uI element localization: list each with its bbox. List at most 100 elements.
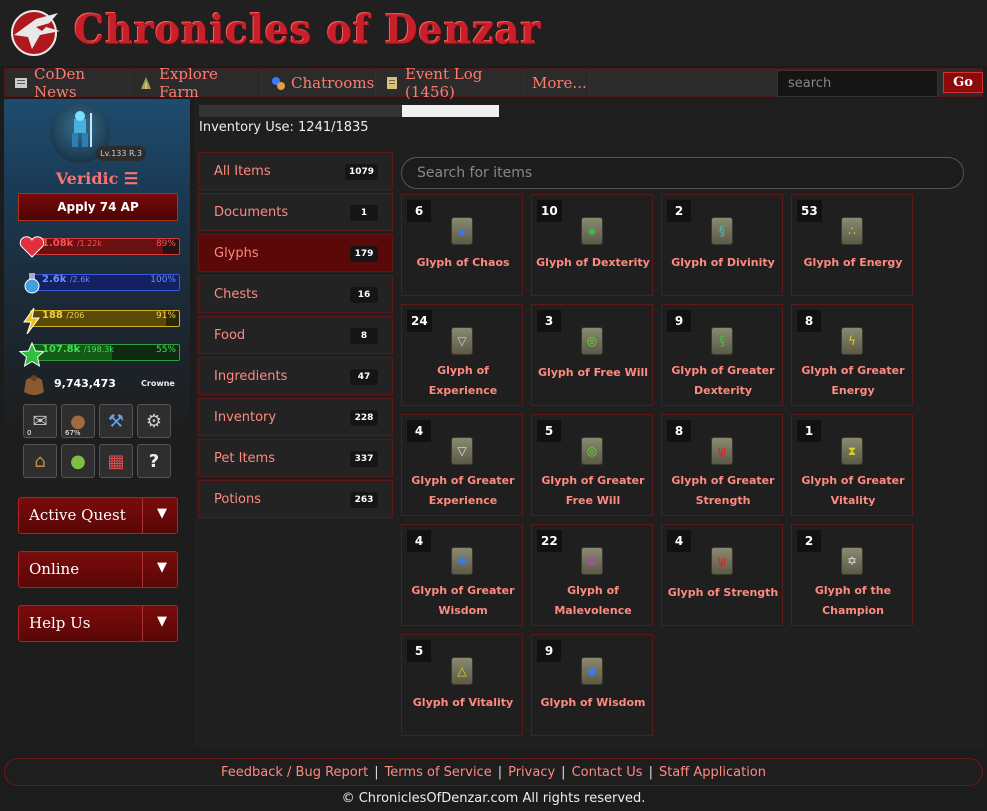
category-documents[interactable]: Documents 1 xyxy=(198,193,393,231)
glyph-icon: ๑ xyxy=(451,217,473,245)
feedback-link[interactable]: Feedback / Bug Report xyxy=(221,765,368,780)
item-name: Glyph of Experience xyxy=(428,364,498,397)
go-button[interactable]: Go xyxy=(943,72,983,93)
glyph-icon: ✡ xyxy=(841,547,863,575)
item-quantity: 8 xyxy=(667,420,691,442)
gold-bag-icon xyxy=(24,375,44,395)
item-card[interactable]: 4 ψ Glyph of Strength xyxy=(661,524,783,626)
item-card[interactable]: 24 ▽ Glyph of Experience xyxy=(401,304,523,406)
item-card[interactable]: 2 ✡ Glyph of the Champion xyxy=(791,524,913,626)
category-ingredients[interactable]: Ingredients 47 xyxy=(198,357,393,395)
glyph-symbol: ◎ xyxy=(586,334,598,348)
item-card[interactable]: 5 △ Glyph of Vitality xyxy=(401,634,523,736)
nav-coden-news[interactable]: CoDen News xyxy=(5,65,130,101)
settings-button[interactable]: ⚙ xyxy=(137,404,171,438)
category-food[interactable]: Food 8 xyxy=(198,316,393,354)
bank-icon: ⌂ xyxy=(34,450,46,472)
staff-application-link[interactable]: Staff Application xyxy=(659,765,766,780)
category-label: Pet Items xyxy=(214,451,275,466)
item-card[interactable]: 3 ◎ Glyph of Free Will xyxy=(531,304,653,406)
item-quantity: 6 xyxy=(407,200,431,222)
item-card[interactable]: 4 ❋ Glyph of Greater Wisdom xyxy=(401,524,523,626)
item-card[interactable]: 4 ▽ Glyph of Greater Experience xyxy=(401,414,523,516)
farm-icon xyxy=(138,75,154,91)
item-card[interactable]: 9 ◆ Glyph of Wisdom xyxy=(531,634,653,736)
site-title[interactable]: Chronicles of Denzar xyxy=(74,5,542,55)
chevron-down-icon: ▼ xyxy=(157,506,167,521)
glyph-icon: ◎ xyxy=(581,437,603,465)
scroll-icon xyxy=(384,75,400,91)
glyph-symbol: § xyxy=(719,334,725,348)
glyph-symbol: ๑ xyxy=(458,223,466,238)
health-value: 1.08k /1.22k xyxy=(42,238,102,249)
chat-icon xyxy=(270,75,286,91)
category-chests[interactable]: Chests 16 xyxy=(198,275,393,313)
item-search-input[interactable]: Search for items xyxy=(401,157,964,189)
glyph-symbol: ◆ xyxy=(587,664,597,678)
item-card[interactable]: 2 § Glyph of Divinity xyxy=(661,194,783,296)
tools-button[interactable]: ⚒ xyxy=(99,404,133,438)
category-pet-items[interactable]: Pet Items 337 xyxy=(198,439,393,477)
glyph-icon: ὦ xyxy=(581,547,603,575)
item-quantity: 9 xyxy=(537,640,561,662)
item-name: Glyph of Wisdom xyxy=(540,696,646,709)
category-potions[interactable]: Potions 263 xyxy=(198,480,393,518)
tools-icon: ⚒ xyxy=(107,410,125,432)
online-dropdown[interactable]: Online ▼ xyxy=(18,551,178,588)
item-card[interactable]: 8 ϟ Glyph of Greater Energy xyxy=(791,304,913,406)
item-card[interactable]: 6 ๑ Glyph of Chaos xyxy=(401,194,523,296)
category-glyphs[interactable]: Glyphs 179 xyxy=(198,234,393,272)
nav-chatrooms[interactable]: Chatrooms xyxy=(262,69,376,96)
item-card[interactable]: 1 ⧗ Glyph of Greater Vitality xyxy=(791,414,913,516)
item-name: Glyph of Greater Wisdom xyxy=(411,584,515,617)
glyph-icon: ψ xyxy=(711,547,733,575)
glyph-icon: ◈ xyxy=(581,217,603,245)
bank-button[interactable]: ⌂ xyxy=(23,444,57,478)
item-card[interactable]: 10 ◈ Glyph of Dexterity xyxy=(531,194,653,296)
backpack-button[interactable]: ● 67% xyxy=(61,404,95,438)
item-quantity: 9 xyxy=(667,310,691,332)
glyph-symbol: ▽ xyxy=(457,334,467,348)
category-inventory[interactable]: Inventory 228 xyxy=(198,398,393,436)
item-card[interactable]: 22 ὦ Glyph of Malevolence xyxy=(531,524,653,626)
apply-ap-button[interactable]: Apply 74 AP xyxy=(18,193,178,221)
mail-button[interactable]: ✉ 0 xyxy=(23,404,57,438)
mana-value: 2.6k /2.6k xyxy=(42,274,90,285)
item-card[interactable]: 53 ∴ Glyph of Energy xyxy=(791,194,913,296)
chevron-down-icon: ▼ xyxy=(157,614,167,629)
item-card[interactable]: 8 ψ Glyph of Greater Strength xyxy=(661,414,783,516)
username[interactable]: Veridic ☰ xyxy=(4,169,190,188)
nav-explore-farm[interactable]: Explore Farm xyxy=(130,65,262,101)
nav-more[interactable]: More... xyxy=(524,69,590,96)
experience-stat[interactable]: 107.8k /198.3k 55% xyxy=(18,341,180,368)
pet-button[interactable]: ● xyxy=(61,444,95,478)
nav-event-log[interactable]: Event Log (1456) xyxy=(376,65,524,101)
dragon-logo-icon[interactable] xyxy=(6,5,66,57)
inventory-use-bar xyxy=(199,105,499,117)
item-card[interactable]: 5 ◎ Glyph of Greater Free Will xyxy=(531,414,653,516)
glyph-symbol: ▽ xyxy=(457,444,467,458)
health-stat[interactable]: 1.08k /1.22k 89% xyxy=(18,236,180,258)
mana-stat[interactable]: 2.6k /2.6k 100% xyxy=(18,272,180,294)
terms-link[interactable]: Terms of Service xyxy=(385,765,492,780)
item-quantity: 10 xyxy=(537,200,562,222)
shop-button[interactable]: ▦ xyxy=(99,444,133,478)
contact-link[interactable]: Contact Us xyxy=(572,765,643,780)
item-name: Glyph of Malevolence xyxy=(554,584,632,617)
category-label: All Items xyxy=(214,164,271,179)
energy-value: 188 /206 xyxy=(42,310,85,321)
category-all-items[interactable]: All Items 1079 xyxy=(198,152,393,190)
item-card[interactable]: 9 § Glyph of Greater Dexterity xyxy=(661,304,783,406)
energy-stat[interactable]: 188 /206 91% xyxy=(18,307,180,335)
shop-icon: ▦ xyxy=(107,450,125,472)
help-button[interactable]: ? xyxy=(137,444,171,478)
experience-value: 107.8k /198.3k xyxy=(42,344,114,355)
category-label: Chests xyxy=(214,287,258,302)
help-us-dropdown[interactable]: Help Us ▼ xyxy=(18,605,178,642)
active-quest-dropdown[interactable]: Active Quest ▼ xyxy=(18,497,178,534)
privacy-link[interactable]: Privacy xyxy=(508,765,555,780)
category-label: Ingredients xyxy=(214,369,288,384)
item-name: Glyph of Greater Vitality xyxy=(801,474,905,507)
site-search-input[interactable]: search xyxy=(777,70,938,97)
crowns-label: Crowne xyxy=(141,379,175,388)
